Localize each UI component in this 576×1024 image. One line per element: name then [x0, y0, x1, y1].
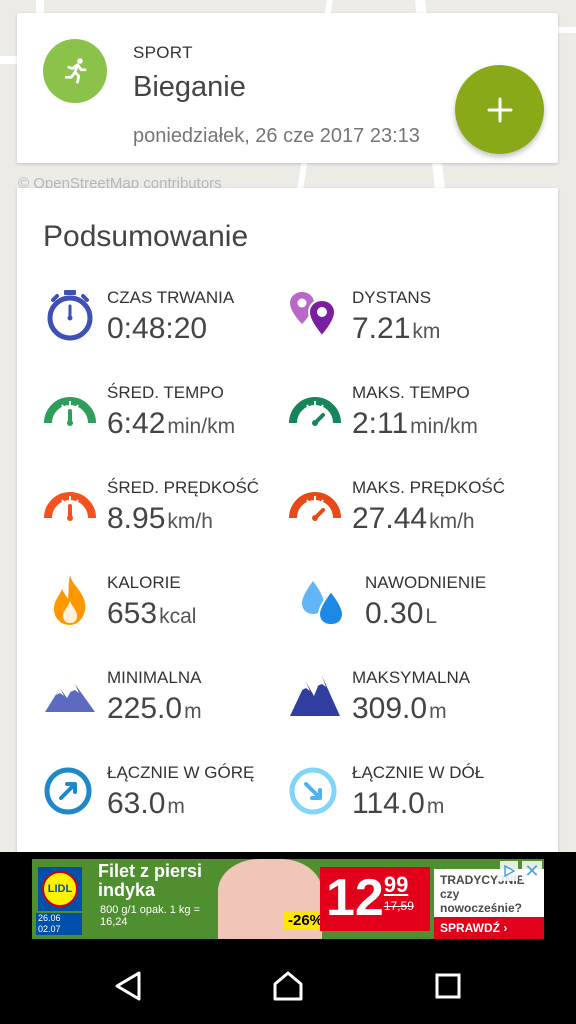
ad-close-button[interactable]: ✕ [522, 861, 542, 881]
ad-details: 800 g/1 opak. 1 kg = 16,24 [100, 904, 200, 928]
activity-category: SPORT [133, 43, 193, 62]
summary-card: Podsumowanie CZAS TRWANIA 0:48:20 DYSTAN… [17, 188, 558, 868]
ad-dates: 26.06 02.07 [36, 913, 82, 935]
gauge-orange-max-icon [289, 492, 341, 521]
stat-max-pace: MAKS. TEMPO 2:11min/km [288, 383, 538, 463]
plus-icon [487, 97, 512, 122]
stat-value: 7.21km [352, 312, 441, 345]
arrow-up-circle-icon [44, 767, 92, 815]
stat-value: 114.0m [352, 787, 445, 820]
arrow-down-circle-icon [289, 767, 337, 815]
water-drops-icon [302, 581, 345, 627]
stat-label: MAKS. TEMPO [352, 383, 470, 402]
summary-title: Podsumowanie [43, 220, 249, 253]
stat-value: 6:42min/km [107, 407, 236, 440]
stat-label: CZAS TRWANIA [107, 288, 235, 307]
stat-label: ŁĄCZNIE W GÓRĘ [107, 763, 255, 782]
system-nav-bar [0, 944, 576, 1024]
stat-avg-pace: ŚRED. TEMPO 6:42min/km [43, 383, 293, 463]
ad-product: Filet z piersi indyka [98, 861, 203, 900]
home-button[interactable] [268, 966, 308, 1006]
stat-value: 2:11min/km [352, 407, 478, 440]
back-button[interactable] [108, 966, 148, 1006]
activity-name: Bieganie [133, 71, 246, 103]
ad-bar: LIDL 26.06 02.07 Filet z piersi indyka 8… [0, 852, 576, 944]
stat-label: DYSTANS [352, 288, 432, 307]
ad-banner[interactable]: LIDL 26.06 02.07 Filet z piersi indyka 8… [32, 859, 544, 939]
stat-min-altitude: MINIMALNA 225.0m [43, 668, 293, 748]
stat-value: 309.0m [352, 692, 447, 725]
stat-value: 63.0m [107, 787, 185, 820]
gauge-orange-icon [44, 492, 96, 521]
back-icon [115, 971, 141, 1001]
stopwatch-icon [47, 290, 93, 341]
stat-avg-speed: ŚRED. PRĘDKOŚĆ 8.95km/h [43, 478, 293, 558]
mountain-dark-icon [290, 676, 340, 716]
stat-label: KALORIE [107, 573, 181, 592]
stat-label: MAKSYMALNA [352, 668, 471, 687]
stat-total-descent: ŁĄCZNIE W DÓŁ 114.0m [288, 763, 538, 843]
ad-price: 12 99 17,59 [320, 867, 430, 931]
gauge-green-max-icon [289, 397, 341, 426]
gauge-green-icon [44, 397, 96, 426]
stat-label: ŁĄCZNIE W DÓŁ [352, 763, 485, 782]
stat-value: 225.0m [107, 692, 202, 725]
stat-distance: DYSTANS 7.21km [288, 288, 538, 368]
flame-icon [53, 575, 86, 625]
recents-button[interactable] [428, 966, 468, 1006]
running-person-icon [43, 39, 107, 103]
stat-value: 8.95km/h [107, 502, 213, 535]
stat-calories: KALORIE 653kcal [43, 573, 293, 653]
stat-label: NAWODNIENIE [365, 573, 487, 592]
stat-value: 0.30L [365, 597, 438, 630]
stat-max-altitude: MAKSYMALNA 309.0m [288, 668, 538, 748]
stat-total-ascent: ŁĄCZNIE W GÓRĘ 63.0m [43, 763, 293, 843]
add-button[interactable] [455, 65, 544, 154]
map-pins-icon [290, 292, 337, 338]
stat-value: 27.44km/h [352, 502, 475, 535]
stat-max-speed: MAKS. PRĘDKOŚĆ 27.44km/h [288, 478, 538, 558]
ad-choices-icon[interactable] [500, 861, 518, 881]
activity-date: poniedziałek, 26 cze 2017 23:13 [133, 125, 420, 147]
stat-duration: CZAS TRWANIA 0:48:20 [43, 288, 293, 368]
recents-icon [435, 973, 461, 999]
stat-label: ŚRED. PRĘDKOŚĆ [107, 478, 260, 497]
stat-label: MINIMALNA [107, 668, 202, 687]
mountain-light-icon [45, 684, 95, 712]
lidl-logo: LIDL [38, 867, 82, 911]
stat-label: ŚRED. TEMPO [107, 383, 224, 402]
home-icon [273, 971, 303, 1001]
stat-value: 0:48:20 [107, 312, 208, 345]
stat-label: MAKS. PRĘDKOŚĆ [352, 478, 506, 497]
stat-hydration: NAWODNIENIE 0.30L [301, 573, 551, 653]
ad-cta-button[interactable]: SPRAWDŹ › [434, 917, 544, 939]
stat-value: 653kcal [107, 597, 197, 630]
